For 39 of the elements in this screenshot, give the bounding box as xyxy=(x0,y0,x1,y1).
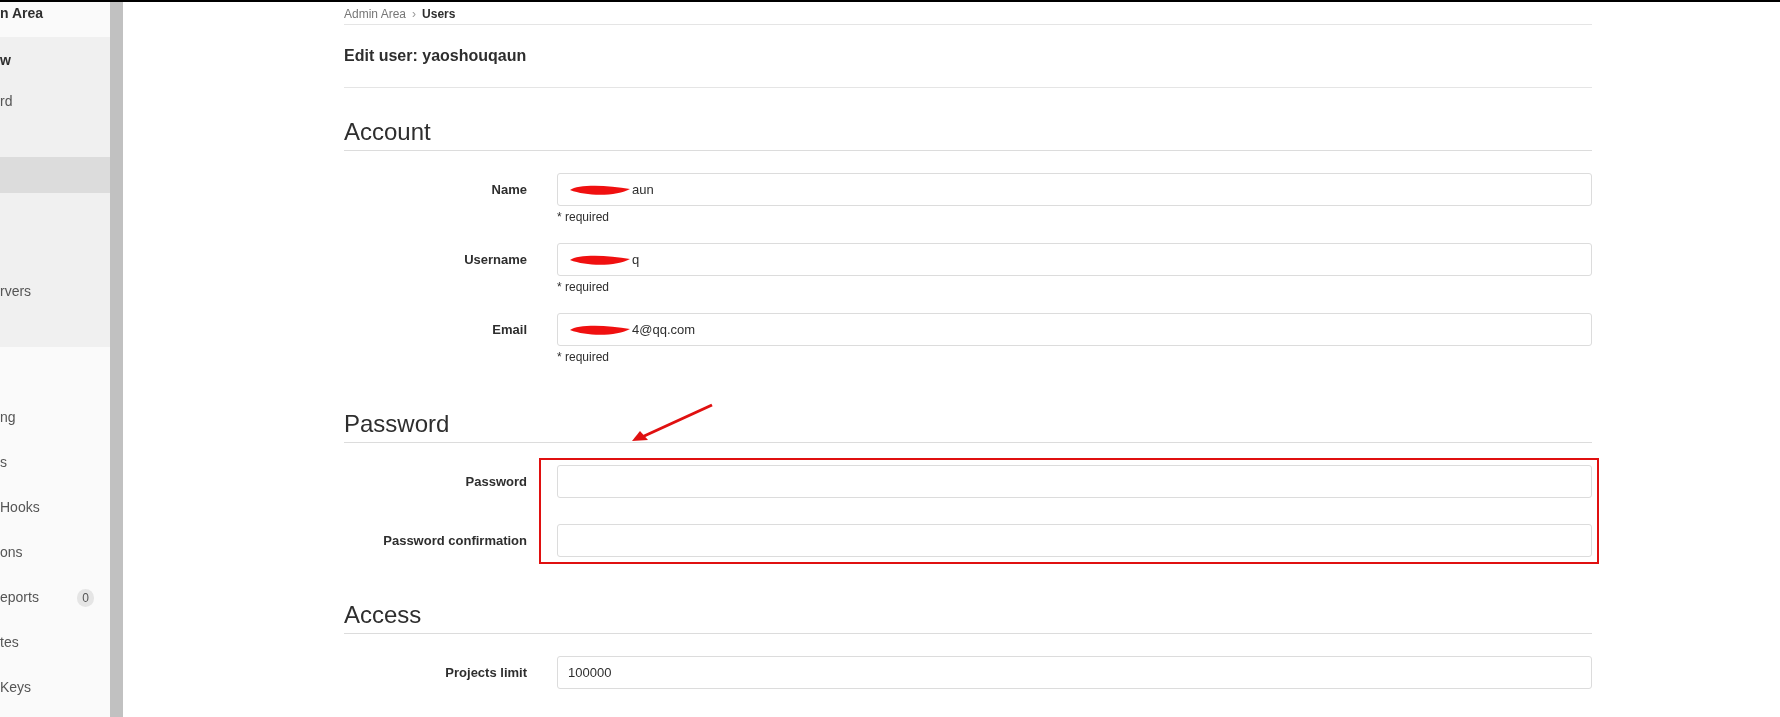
field-value: 100000 xyxy=(568,663,612,682)
breadcrumb-link[interactable]: Admin Area xyxy=(344,5,407,23)
sidebar-subitem[interactable] xyxy=(0,157,110,193)
breadcrumb-separator: › xyxy=(412,6,417,23)
sidebar-title: n Area xyxy=(0,4,45,23)
field-label: Username xyxy=(463,251,528,269)
section-heading: Password xyxy=(344,410,450,437)
field-value: q xyxy=(632,250,640,269)
count-badge: 0 xyxy=(77,588,94,607)
sidebar-subitem[interactable]: rd xyxy=(0,83,110,119)
breadcrumb-link[interactable]: Users xyxy=(422,5,456,23)
field-label: Password confirmation xyxy=(382,532,528,550)
field-label: Password xyxy=(464,473,528,491)
sidebar-item[interactable]: ons xyxy=(0,530,110,575)
input-field[interactable] xyxy=(557,524,1592,557)
input-field[interactable]: 4@qq.com xyxy=(557,313,1592,346)
input-field[interactable]: q xyxy=(557,243,1592,276)
sidebar-item[interactable]: w xyxy=(0,37,110,83)
field-label: Projects limit xyxy=(444,664,528,682)
input-field[interactable]: 100000 xyxy=(557,656,1592,689)
sidebar-item[interactable]: ng xyxy=(0,395,110,440)
field-hint: * required xyxy=(557,209,611,226)
page-title: Edit user: yaoshouqaun xyxy=(344,46,527,66)
sidebar-subitem[interactable]: rvers xyxy=(0,273,110,309)
field-label: Name xyxy=(490,181,528,199)
field-hint: * required xyxy=(557,279,611,296)
field-label: Email xyxy=(491,321,528,339)
input-field[interactable]: aun xyxy=(557,173,1592,206)
sidebar-item[interactable]: eports 0 xyxy=(0,575,110,620)
section-heading: Access xyxy=(344,601,422,628)
sidebar-item[interactable]: Hooks xyxy=(0,485,110,530)
sidebar-item[interactable]: s xyxy=(0,440,110,485)
field-value: 4@qq.com xyxy=(632,320,696,339)
field-value: aun xyxy=(632,180,654,199)
field-hint: * required xyxy=(557,349,611,366)
sidebar-item[interactable]: tes xyxy=(0,620,110,665)
input-field[interactable] xyxy=(557,465,1592,498)
section-heading: Account xyxy=(344,118,431,145)
sidebar-item[interactable]: Keys xyxy=(0,665,110,710)
